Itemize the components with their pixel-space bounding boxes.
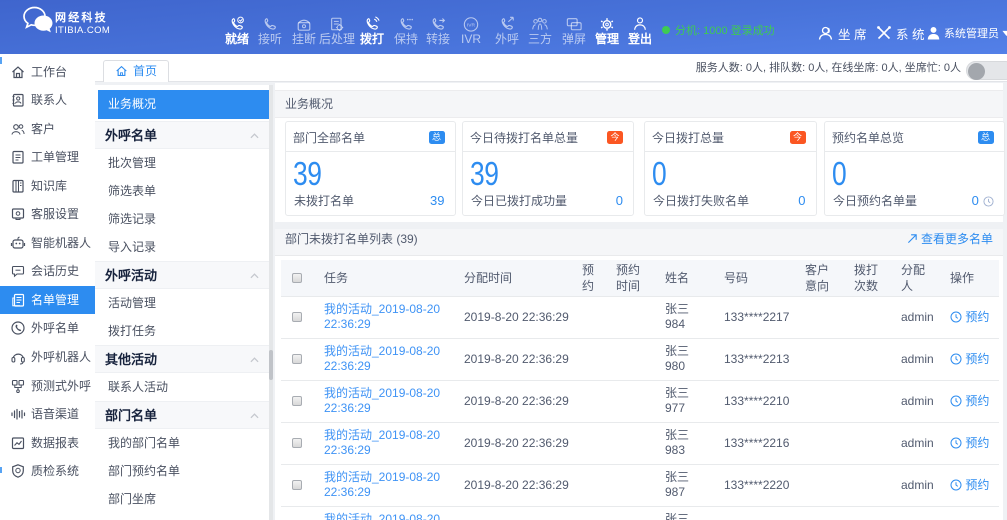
svg-text:IVR: IVR [467,23,476,29]
